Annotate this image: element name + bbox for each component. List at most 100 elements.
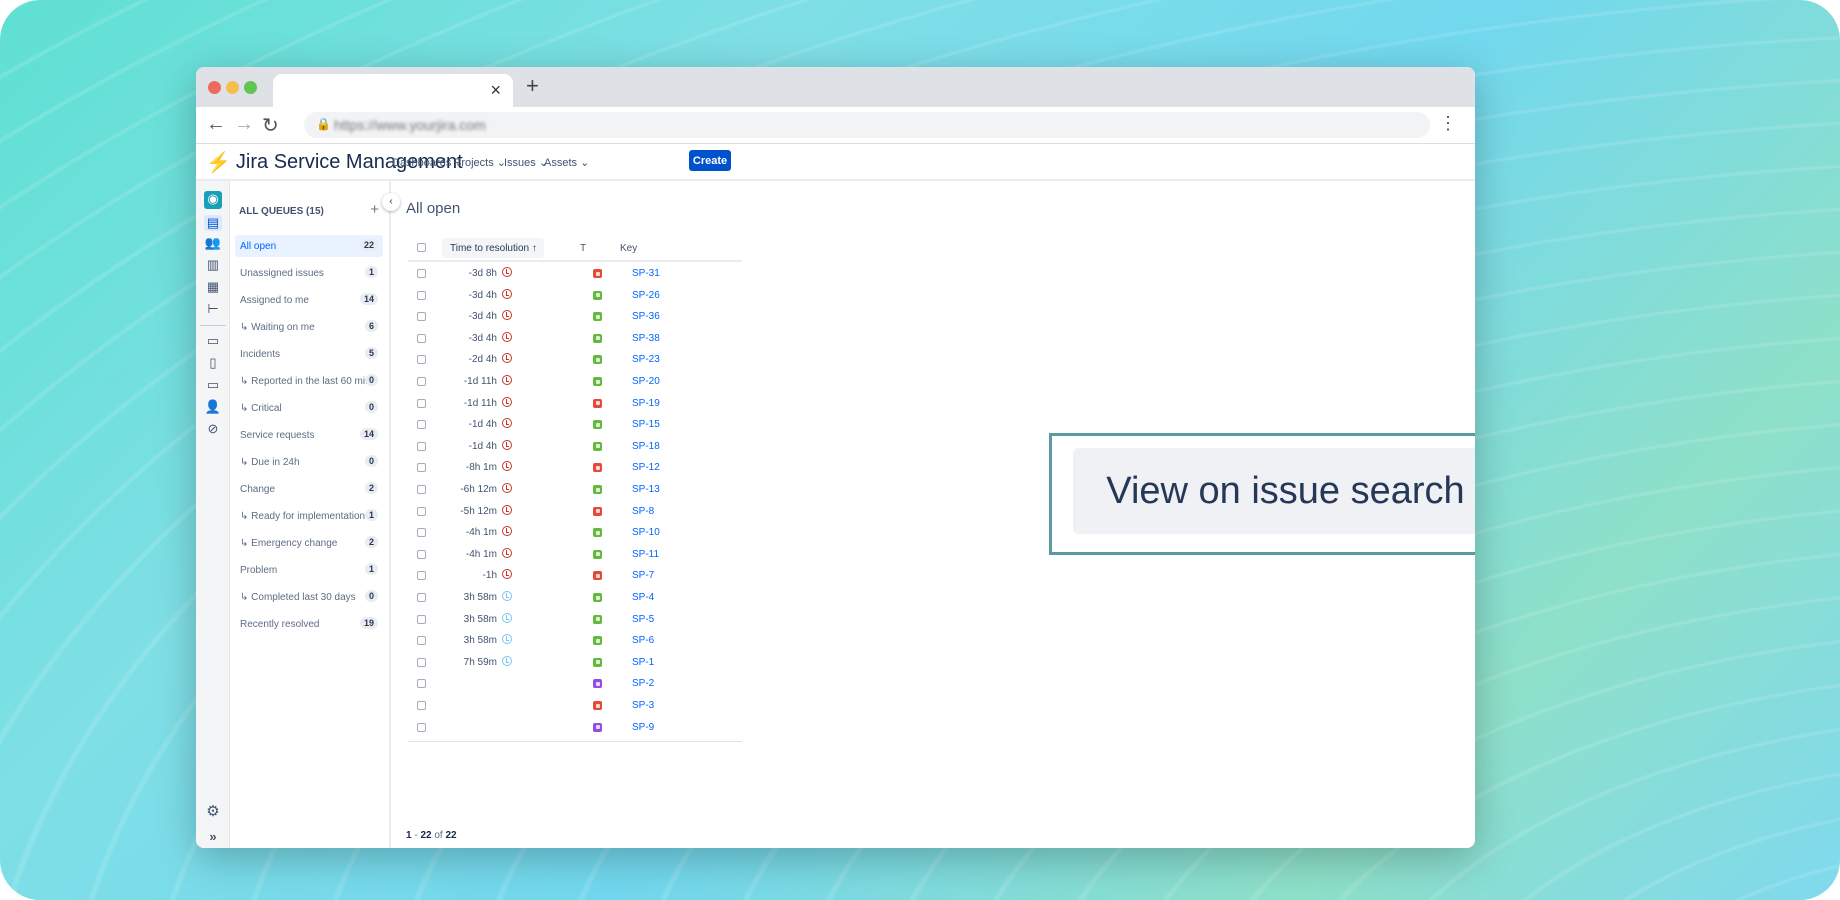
queue-item[interactable]: ↳ Ready for implementation 1 <box>235 505 383 527</box>
queue-item[interactable]: ↳ Critical 0 <box>235 397 383 419</box>
queue-item[interactable]: Incidents 5 <box>235 343 383 365</box>
expand-icon[interactable]: » <box>204 829 222 844</box>
row-checkbox[interactable] <box>417 312 426 322</box>
customers-icon[interactable]: 👥 <box>204 235 222 251</box>
issue-key-link[interactable]: SP-23 <box>632 354 660 365</box>
queue-item[interactable]: All open 22 <box>235 235 383 257</box>
table-row[interactable]: -3d 4h SP-36 <box>408 307 742 329</box>
browser-menu-icon[interactable]: ⋮ <box>1439 113 1457 134</box>
table-row[interactable]: -1d 4h SP-15 <box>408 415 742 437</box>
browser-tab[interactable]: × <box>273 74 513 107</box>
issue-key-link[interactable]: SP-20 <box>632 376 660 387</box>
new-tab-button[interactable]: + <box>526 73 539 99</box>
table-row[interactable]: SP-9 <box>408 718 742 740</box>
issue-key-link[interactable]: SP-15 <box>632 419 660 430</box>
add-people-icon[interactable]: 👤 <box>204 399 222 415</box>
issue-key-link[interactable]: SP-18 <box>632 441 660 452</box>
table-row[interactable]: -3d 4h SP-38 <box>408 329 742 351</box>
nav-assets[interactable]: Assets ⌄ <box>544 156 589 169</box>
nav-projects[interactable]: Projects ⌄ <box>454 156 506 169</box>
row-checkbox[interactable] <box>417 377 426 386</box>
queue-item[interactable]: Unassigned issues 1 <box>235 262 383 284</box>
table-row[interactable]: -3d 4h SP-26 <box>408 286 742 308</box>
table-row[interactable]: -3d 8h SP-31 <box>408 264 742 286</box>
row-checkbox[interactable] <box>417 441 426 451</box>
view-on-issue-search-button[interactable]: View on issue search <box>1073 448 1475 534</box>
table-row[interactable]: -6h 12m SP-13 <box>408 480 742 502</box>
monitor-icon[interactable]: ▭ <box>204 377 222 393</box>
row-checkbox[interactable] <box>417 290 426 300</box>
add-queue-icon[interactable]: + <box>370 201 379 218</box>
row-checkbox[interactable] <box>417 549 426 559</box>
table-row[interactable]: -1d 11h SP-19 <box>408 394 742 416</box>
project-avatar[interactable]: ◉ <box>204 191 222 209</box>
row-checkbox[interactable] <box>417 398 426 408</box>
url-input[interactable]: 🔒 https://www.yourjira.com <box>304 112 1430 138</box>
hierarchy-icon[interactable]: ⊢ <box>204 301 222 317</box>
queue-item[interactable]: Problem 1 <box>235 559 383 581</box>
queues-icon[interactable]: ▤ <box>204 215 222 231</box>
issue-key-link[interactable]: SP-8 <box>632 506 654 517</box>
reload-icon[interactable]: ↻ <box>262 113 279 138</box>
issue-key-link[interactable]: SP-9 <box>632 722 654 733</box>
issue-key-link[interactable]: SP-6 <box>632 635 654 646</box>
queue-item[interactable]: ↳ Due in 24h 0 <box>235 451 383 473</box>
issue-key-link[interactable]: SP-36 <box>632 311 660 322</box>
column-type[interactable]: T <box>580 243 586 254</box>
collapse-sidebar-button[interactable]: ‹ <box>382 193 400 211</box>
queue-item[interactable]: Service requests 14 <box>235 424 383 446</box>
row-checkbox[interactable] <box>417 485 426 494</box>
queue-item[interactable]: ↳ Completed last 30 days 0 <box>235 586 383 608</box>
table-row[interactable]: -8h 1m SP-12 <box>408 458 742 480</box>
compass-icon[interactable]: ⊘ <box>204 421 222 437</box>
table-row[interactable]: SP-3 <box>408 696 742 718</box>
issue-key-link[interactable]: SP-12 <box>632 462 660 473</box>
row-checkbox[interactable] <box>417 528 426 538</box>
queue-item[interactable]: ↳ Emergency change 2 <box>235 532 383 554</box>
column-time-to-resolution[interactable]: Time to resolution ↑ <box>442 238 544 258</box>
row-checkbox[interactable] <box>417 506 426 516</box>
queue-item[interactable]: Recently resolved 19 <box>235 613 383 635</box>
table-row[interactable]: -2d 4h SP-23 <box>408 350 742 372</box>
row-checkbox[interactable] <box>417 636 426 646</box>
row-checkbox[interactable] <box>417 722 426 732</box>
maximize-window-button[interactable] <box>244 81 257 94</box>
create-button[interactable]: Create <box>689 150 731 171</box>
select-all-checkbox[interactable] <box>417 243 426 252</box>
row-checkbox[interactable] <box>417 571 426 581</box>
table-row[interactable]: -1d 4h SP-18 <box>408 437 742 459</box>
queue-item[interactable]: ↳ Reported in the last 60 mi... 0 <box>235 370 383 392</box>
issue-key-link[interactable]: SP-5 <box>632 614 654 625</box>
row-checkbox[interactable] <box>417 614 426 624</box>
table-row[interactable]: -4h 1m SP-11 <box>408 545 742 567</box>
column-key[interactable]: Key <box>620 243 637 254</box>
issue-key-link[interactable]: SP-31 <box>632 268 660 279</box>
nav-issues[interactable]: Issues ⌄ <box>504 156 548 169</box>
table-row[interactable]: 3h 58m SP-5 <box>408 610 742 632</box>
queue-item[interactable]: Change 2 <box>235 478 383 500</box>
row-checkbox[interactable] <box>417 657 426 667</box>
issue-key-link[interactable]: SP-38 <box>632 333 660 344</box>
table-row[interactable]: -4h 1m SP-10 <box>408 523 742 545</box>
issue-key-link[interactable]: SP-4 <box>632 592 654 603</box>
table-row[interactable]: -5h 12m SP-8 <box>408 502 742 524</box>
nav-dashboards[interactable]: Dashboards ⌄ <box>392 156 464 169</box>
table-row[interactable]: 3h 58m SP-4 <box>408 588 742 610</box>
table-row[interactable]: 7h 59m SP-1 <box>408 653 742 675</box>
issue-key-link[interactable]: SP-3 <box>632 700 654 711</box>
settings-icon[interactable]: ⚙ <box>204 802 222 820</box>
forward-icon[interactable]: → <box>234 113 254 136</box>
issue-key-link[interactable]: SP-13 <box>632 484 660 495</box>
table-row[interactable]: -1d 11h SP-20 <box>408 372 742 394</box>
row-checkbox[interactable] <box>417 463 426 473</box>
issue-key-link[interactable]: SP-19 <box>632 398 660 409</box>
row-checkbox[interactable] <box>417 420 426 430</box>
close-window-button[interactable] <box>208 81 221 94</box>
queue-item[interactable]: Assigned to me 14 <box>235 289 383 311</box>
reports-icon[interactable]: ▥ <box>204 257 222 273</box>
queue-item[interactable]: ↳ Waiting on me 6 <box>235 316 383 338</box>
channels-icon[interactable]: ▭ <box>204 333 222 349</box>
row-checkbox[interactable] <box>417 269 426 278</box>
issue-key-link[interactable]: SP-10 <box>632 527 660 538</box>
issue-key-link[interactable]: SP-26 <box>632 290 660 301</box>
